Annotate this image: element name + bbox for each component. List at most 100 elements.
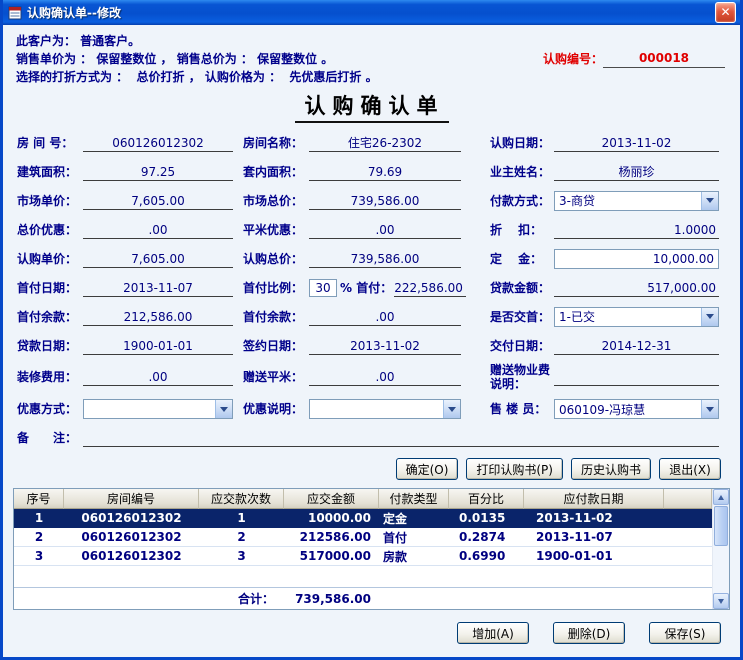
notice-line-2: 销售单价为 ： 保留整数位 ， 销售总价为 ： 保留整数位 。 认购编号： 00…	[16, 50, 727, 68]
order-number-value: 000018	[603, 50, 725, 68]
favor-method-select[interactable]	[83, 399, 233, 419]
delivery-date-field[interactable]: 2014-12-31	[554, 337, 719, 355]
scrollbar-track[interactable]	[713, 505, 729, 593]
form-row-remark: 备 注：	[3, 424, 740, 452]
market-unit-price-field[interactable]: 7,605.00	[83, 192, 233, 210]
table-row[interactable]: 3 060126012302 3 517000.00 房款 0.6990 190…	[14, 547, 712, 566]
purchase-total-price-field[interactable]: 739,586.00	[309, 250, 461, 268]
cell-seq: 2	[14, 528, 64, 546]
loan-amount-label: 贷款金额：	[490, 281, 554, 295]
history-purchase-book-button[interactable]: 历史认购书	[571, 458, 651, 480]
print-purchase-book-button[interactable]: 打印认购书(P)	[466, 458, 563, 480]
order-number: 认购编号： 000018	[543, 50, 725, 68]
market-total-price-field[interactable]: 739,586.00	[309, 192, 461, 210]
title-bar[interactable]: 认购确认单--修改 ✕	[3, 0, 740, 25]
total-discount-field[interactable]: .00	[83, 221, 233, 239]
cell-pay-type: 首付	[379, 528, 449, 546]
downpay-balance-label: 首付余款：	[17, 310, 83, 324]
header-due-date[interactable]: 应付款日期	[524, 489, 664, 509]
salesperson-select[interactable]: 060109-冯琼慧	[554, 399, 719, 419]
cell-percent: 0.0135	[449, 509, 524, 527]
downpay-amount-field[interactable]: 222,586.00	[394, 279, 466, 297]
scroll-down-icon[interactable]	[713, 593, 729, 609]
confirm-button[interactable]: 确定(O)	[396, 458, 459, 480]
purchase-total-price-label: 认购总价：	[243, 252, 309, 266]
total-label: 合计：	[199, 590, 284, 607]
scroll-up-icon[interactable]	[713, 489, 729, 505]
purchase-date-label: 认购日期：	[490, 136, 554, 150]
payment-method-select[interactable]: 3-商贷	[554, 191, 719, 211]
discount-label: 折 扣：	[490, 223, 554, 237]
save-button[interactable]: 保存(S)	[649, 622, 721, 644]
loan-date-label: 贷款日期：	[17, 339, 83, 353]
cell-seq: 3	[14, 547, 64, 565]
purchase-date-field[interactable]: 2013-11-02	[554, 134, 719, 152]
vertical-scrollbar[interactable]	[712, 489, 729, 609]
purchase-unit-price-field[interactable]: 7,605.00	[83, 250, 233, 268]
table-row[interactable]: 1 060126012302 1 10000.00 定金 0.0135 2013…	[14, 509, 712, 528]
header-percent[interactable]: 百分比	[449, 489, 524, 509]
payment-schedule-table: 序号 房间编号 应交款次数 应交金额 付款类型 百分比 应付款日期 1 0601…	[13, 488, 730, 610]
header-seq[interactable]: 序号	[14, 489, 64, 509]
owner-name-field[interactable]: 杨丽珍	[554, 163, 719, 181]
downpay-balance2-field[interactable]: .00	[309, 308, 461, 326]
downpay-date-label: 首付日期：	[17, 281, 83, 295]
remark-field[interactable]	[83, 429, 719, 447]
scrollbar-thumb[interactable]	[714, 506, 728, 546]
chevron-down-icon[interactable]	[443, 400, 460, 418]
downpay-date-field[interactable]: 2013-11-07	[83, 279, 233, 297]
header-room-no[interactable]: 房间编号	[64, 489, 199, 509]
header-installment[interactable]: 应交款次数	[199, 489, 284, 509]
form-row-1: 房 间 号： 060126012302 房间名称： 住宅26-2302 认购日期…	[3, 128, 740, 157]
sqm-discount-field[interactable]: .00	[309, 221, 461, 239]
cell-percent: 0.2874	[449, 528, 524, 546]
gift-note-field[interactable]	[554, 368, 719, 386]
cell-filler	[664, 528, 712, 546]
cell-pay-type: 定金	[379, 509, 449, 527]
header-amount[interactable]: 应交金额	[284, 489, 379, 509]
gift-sqm-field[interactable]: .00	[309, 368, 461, 386]
purchase-form: 房 间 号： 060126012302 房间名称： 住宅26-2302 认购日期…	[3, 128, 740, 452]
room-no-field[interactable]: 060126012302	[83, 134, 233, 152]
table-row[interactable]: 2 060126012302 2 212586.00 首付 0.2874 201…	[14, 528, 712, 547]
delivery-date-label: 交付日期：	[490, 339, 554, 353]
exit-button[interactable]: 退出(X)	[659, 458, 721, 480]
build-area-label: 建筑面积：	[17, 165, 83, 179]
downpay-ratio-label: 首付比例：	[243, 281, 309, 295]
remark-label: 备 注：	[17, 431, 83, 445]
cell-amount: 517000.00	[284, 547, 379, 565]
deposit-input[interactable]: 10,000.00	[554, 249, 719, 269]
close-icon[interactable]: ✕	[715, 2, 736, 23]
delete-button[interactable]: 删除(D)	[553, 622, 625, 644]
sign-date-field[interactable]: 2013-11-02	[309, 337, 461, 355]
discount-field[interactable]: 1.0000	[554, 221, 719, 239]
is-first-paid-label: 是否交首：	[490, 310, 554, 324]
form-row-2: 建筑面积： 97.25 套内面积： 79.69 业主姓名： 杨丽珍	[3, 157, 740, 186]
add-button[interactable]: 增加(A)	[457, 622, 529, 644]
inner-area-field[interactable]: 79.69	[309, 163, 461, 181]
total-value: 739,586.00	[284, 592, 379, 606]
downpay-balance-field[interactable]: 212,586.00	[83, 308, 233, 326]
room-name-field[interactable]: 住宅26-2302	[309, 134, 461, 152]
sign-date-label: 签约日期：	[243, 339, 309, 353]
form-row-3: 市场单价： 7,605.00 市场总价： 739,586.00 付款方式： 3-…	[3, 186, 740, 215]
form-title: 认购确认单	[295, 90, 449, 123]
downpay-ratio-input[interactable]: 30	[309, 279, 337, 297]
build-area-field[interactable]: 97.25	[83, 163, 233, 181]
cell-installment: 2	[199, 528, 284, 546]
loan-amount-field[interactable]: 517,000.00	[554, 279, 719, 297]
header-pay-type[interactable]: 付款类型	[379, 489, 449, 509]
is-first-paid-select[interactable]: 1-已交	[554, 307, 719, 327]
chevron-down-icon[interactable]	[701, 400, 718, 418]
gift-sqm-label: 赠送平米：	[243, 370, 309, 384]
payment-method-label: 付款方式：	[490, 194, 554, 208]
loan-date-field[interactable]: 1900-01-01	[83, 337, 233, 355]
favor-note-select[interactable]	[309, 399, 461, 419]
header-filler	[664, 489, 712, 509]
chevron-down-icon[interactable]	[701, 192, 718, 210]
favor-note-label: 优惠说明：	[243, 402, 309, 416]
renovation-fee-field[interactable]: .00	[83, 368, 233, 386]
chevron-down-icon[interactable]	[215, 400, 232, 418]
form-row-6: 首付日期： 2013-11-07 首付比例： 30 % 首付： 222,586.…	[3, 273, 740, 302]
chevron-down-icon[interactable]	[701, 308, 718, 326]
